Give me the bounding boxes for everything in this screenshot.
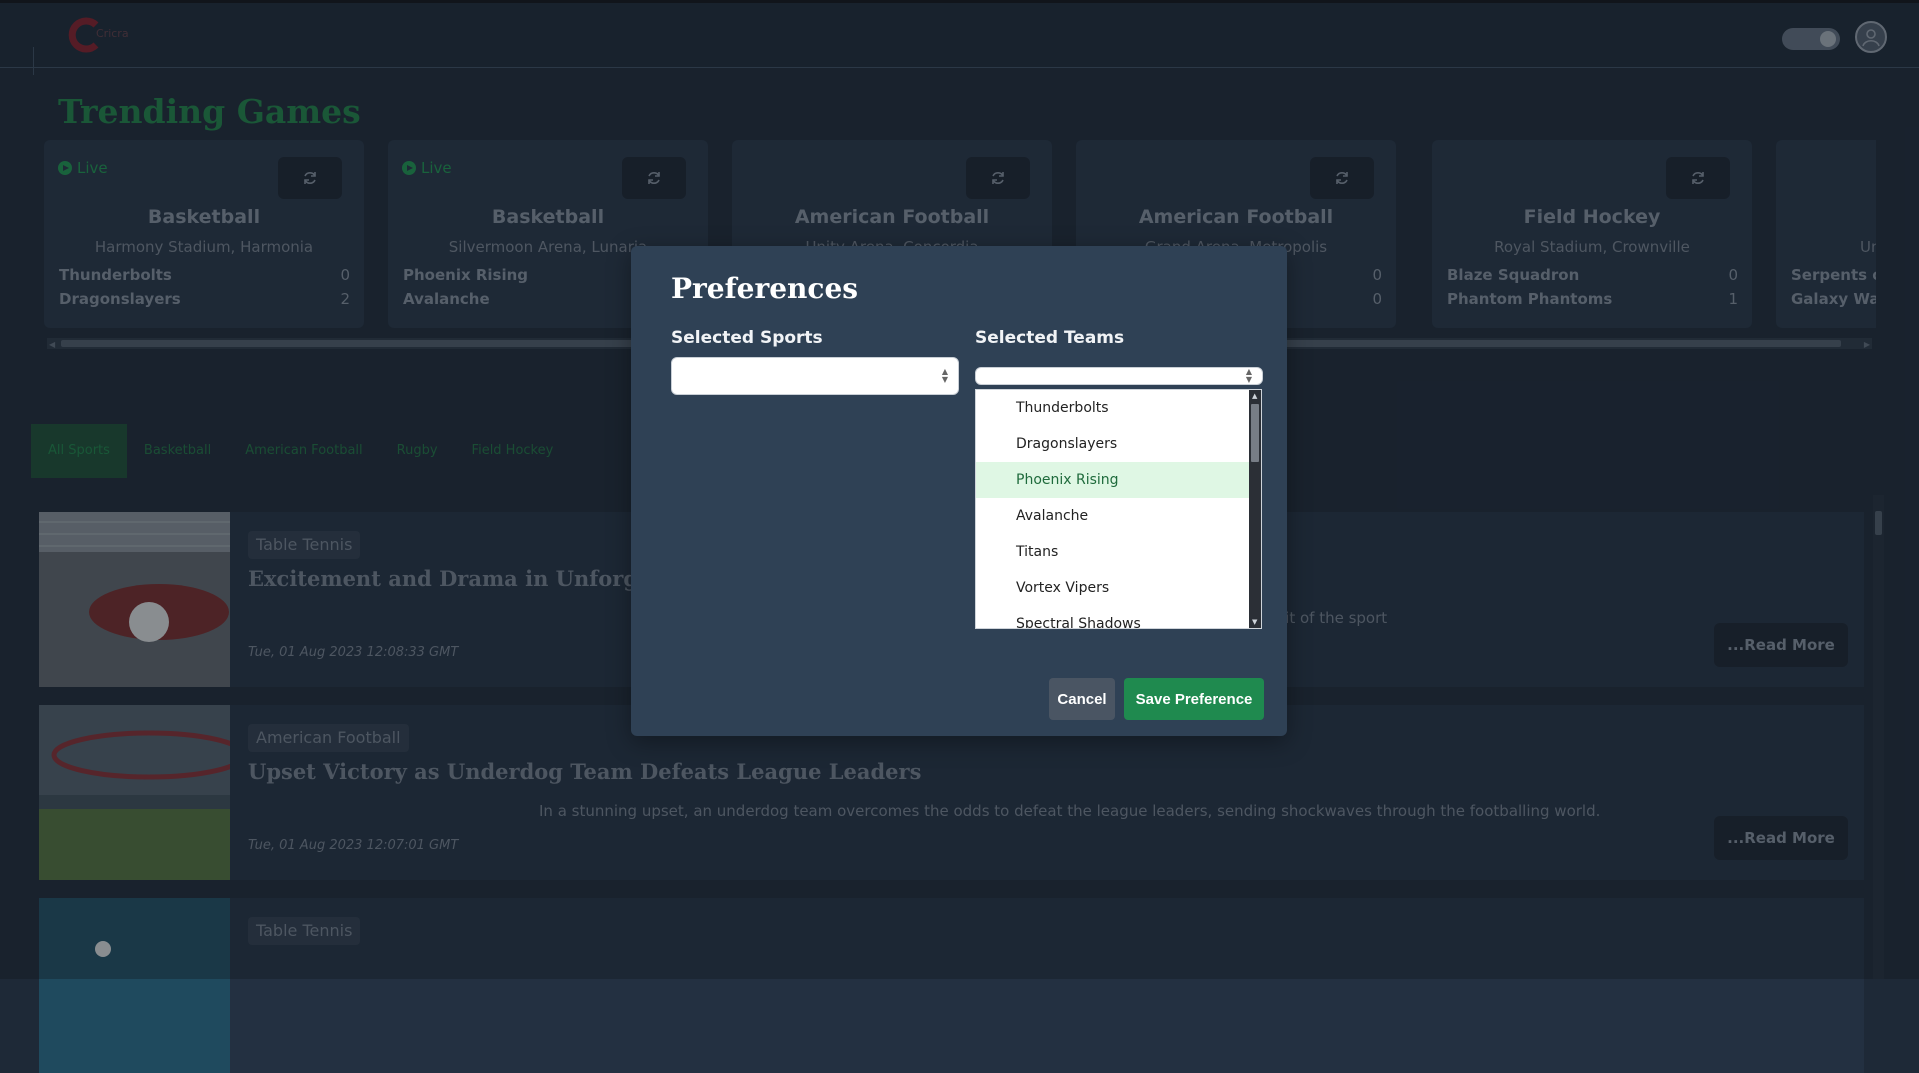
sports-select[interactable]: ▲ ▼ [671, 357, 959, 395]
teams-label: Selected Teams [975, 328, 1125, 348]
preferences-modal: Preferences Selected Sports ▲ ▼ Selected … [631, 246, 1287, 736]
sports-label: Selected Sports [671, 328, 823, 348]
scrollbar-thumb[interactable] [1251, 404, 1259, 462]
teams-select[interactable]: ▲ ▼ [975, 367, 1263, 385]
team-option[interactable]: Vortex Vipers [976, 570, 1261, 606]
select-spinner-icon: ▲ ▼ [941, 367, 948, 384]
scroll-down-icon[interactable]: ▼ [1252, 618, 1257, 626]
teams-dropdown-list[interactable]: Thunderbolts Dragonslayers Phoenix Risin… [975, 389, 1262, 629]
team-option[interactable]: Dragonslayers [976, 426, 1261, 462]
select-spinner-icon: ▲ ▼ [1245, 367, 1252, 384]
team-option[interactable]: Thunderbolts [976, 390, 1261, 426]
modal-title: Preferences [671, 272, 859, 305]
team-option[interactable]: Avalanche [976, 498, 1261, 534]
scroll-up-icon[interactable]: ▲ [1252, 392, 1257, 400]
team-option[interactable]: Phoenix Rising [976, 462, 1261, 498]
save-preference-button[interactable]: Save Preference [1124, 678, 1264, 720]
team-option[interactable]: Titans [976, 534, 1261, 570]
cancel-button[interactable]: Cancel [1049, 678, 1115, 720]
team-option[interactable]: Spectral Shadows [976, 606, 1261, 628]
dropdown-scrollbar[interactable]: ▲ ▼ [1249, 390, 1261, 628]
